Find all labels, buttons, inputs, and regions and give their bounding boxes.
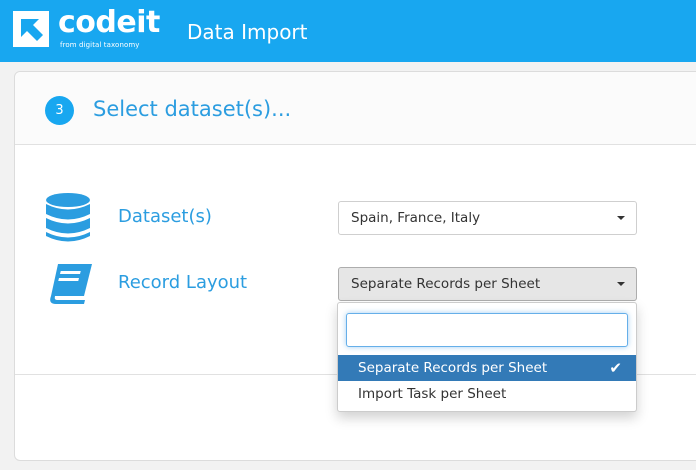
top-bar: codeit from digital taxonomy Data Import — [0, 0, 696, 62]
datasets-label: Dataset(s) — [118, 206, 212, 227]
dropdown-option-separate-records[interactable]: Separate Records per Sheet ✔ — [338, 355, 636, 381]
checkmark-icon: ✔ — [609, 359, 622, 377]
app-title: Data Import — [187, 20, 308, 44]
record-layout-select-value: Separate Records per Sheet — [351, 276, 541, 292]
card-header: 3 Select dataset(s)... — [15, 72, 696, 145]
datasets-select-value: Spain, France, Italy — [351, 210, 481, 226]
datasets-select[interactable]: Spain, France, Italy — [338, 201, 637, 235]
record-layout-dropdown: Separate Records per Sheet ✔ Import Task… — [337, 302, 637, 412]
book-icon — [50, 264, 92, 304]
logo-arrow-icon — [13, 11, 49, 47]
record-layout-label: Record Layout — [118, 272, 248, 293]
step-title: Select dataset(s)... — [93, 97, 292, 121]
dropdown-search-input[interactable] — [346, 313, 628, 347]
database-icon — [46, 193, 90, 242]
step-number-badge: 3 — [45, 96, 74, 125]
dropdown-option-label: Separate Records per Sheet — [358, 360, 548, 376]
chevron-down-icon — [617, 282, 625, 286]
dropdown-option-import-task[interactable]: Import Task per Sheet — [338, 381, 636, 407]
logo-text: codeit — [58, 5, 160, 40]
logo-subtitle: from digital taxonomy — [60, 41, 140, 49]
record-layout-select[interactable]: Separate Records per Sheet — [338, 267, 637, 301]
chevron-down-icon — [617, 216, 625, 220]
dropdown-option-label: Import Task per Sheet — [358, 386, 507, 402]
